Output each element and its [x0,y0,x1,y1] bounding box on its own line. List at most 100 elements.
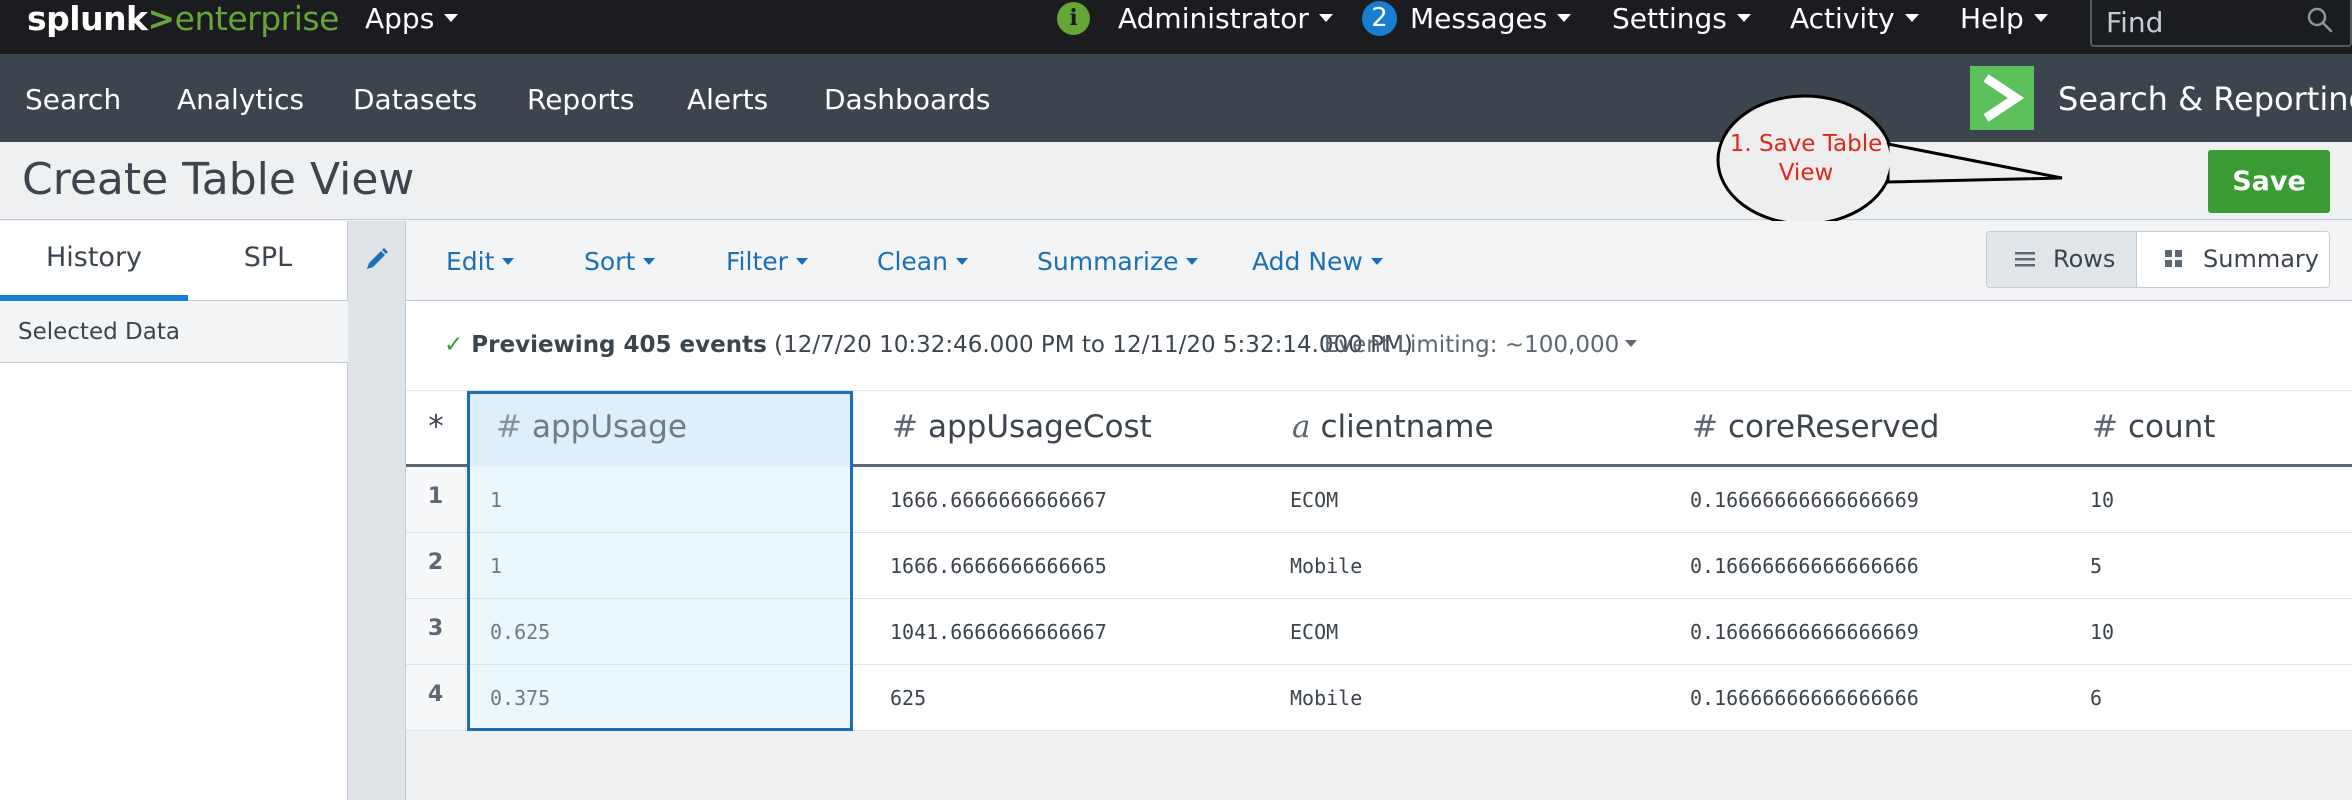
splunk-logo[interactable]: splunk>enterprise [27,1,339,37]
table-row[interactable]: 1 1 1666.6666666666667 ECOM 0.1666666666… [406,467,2352,533]
nav-dashboards[interactable]: Dashboards [824,80,991,120]
preview-count: Previewing 405 events [471,332,767,358]
nav-search[interactable]: Search [25,80,121,120]
messages-count-badge: 2 [1362,1,1397,36]
table-row[interactable]: 3 0.625 1041.6666666666667 ECOM 0.166666… [406,599,2352,665]
table-row[interactable]: 2 1 1666.6666666666665 Mobile 0.16666666… [406,533,2352,599]
column-header-clientname[interactable]: a clientname [1292,391,1494,464]
save-button[interactable]: Save [2208,150,2330,213]
nav-alerts[interactable]: Alerts [687,80,768,120]
event-limiting-dropdown[interactable]: Event Limiting: ~100,000 [1324,329,1638,361]
check-icon: ✓ [444,332,464,358]
table-cell[interactable]: ECOM [1290,467,1338,532]
filter-menu[interactable]: Filter [726,245,808,279]
numeric-type-icon: # [496,409,522,445]
chevron-down-icon [1904,14,1919,22]
settings-label: Settings [1612,2,1727,35]
column-header-appusage[interactable]: # appUsage [496,391,687,464]
help-label: Help [1960,2,2024,35]
table-cell[interactable]: 0.625 [490,599,550,664]
add-new-menu[interactable]: Add New [1252,245,1383,279]
table-row[interactable]: 4 0.375 625 Mobile 0.16666666666666666 6 [406,665,2352,731]
preview-bar: ✓ Previewing 405 events (12/7/20 10:32:46… [406,301,2352,391]
table-cell[interactable]: 0.16666666666666669 [1690,599,1919,664]
table-cell[interactable]: 1666.6666666666665 [890,533,1107,598]
nav-reports[interactable]: Reports [527,80,634,120]
table-cell[interactable]: 1 [490,467,502,532]
table-cell[interactable]: ECOM [1290,599,1338,664]
app-title[interactable]: Search & Reporting [2058,78,2352,120]
left-panel: History SPL Selected Data [0,221,348,800]
string-type-icon: a [1292,409,1311,445]
table-cell[interactable]: 10 [2090,467,2114,532]
rows-view-button[interactable]: Rows [1987,232,2137,287]
column-name: coreReserved [1727,409,1940,445]
table-cell[interactable]: 0.375 [490,665,550,730]
top-bar: splunk>enterprise Apps i Administrator 2… [0,0,2352,54]
table-cell[interactable]: 0.16666666666666669 [1690,467,1919,532]
administrator-menu[interactable]: Administrator [1118,0,1333,38]
selected-data-item[interactable]: Selected Data [0,301,348,363]
left-tabs: History SPL [0,221,348,301]
clean-menu[interactable]: Clean [877,245,968,279]
event-limiting-label: Event Limiting: ~100,000 [1324,332,1620,358]
edit-menu[interactable]: Edit [446,245,515,279]
select-all-star[interactable]: * [406,391,466,464]
column-header-count[interactable]: # count [2092,391,2215,464]
filter-label: Filter [726,247,788,276]
messages-menu[interactable]: Messages [1410,0,1572,38]
sort-label: Sort [584,247,636,276]
chevron-down-icon [1370,257,1383,265]
edit-strip [348,221,406,800]
table-cell[interactable]: Mobile [1290,533,1362,598]
chevron-down-icon [1186,257,1199,265]
nav-analytics[interactable]: Analytics [177,80,304,120]
logo-sub-text: enterprise [174,0,340,38]
rows-label: Rows [2053,245,2116,273]
column-header-corereserved[interactable]: # coreReserved [1692,391,1939,464]
nav-datasets[interactable]: Datasets [353,80,477,120]
table-cell[interactable]: 5 [2090,533,2102,598]
grid-icon [2165,250,2182,267]
activity-menu[interactable]: Activity [1790,0,1919,38]
help-menu[interactable]: Help [1960,0,2048,38]
preview-range: (12/7/20 10:32:46.000 PM to 12/11/20 5:3… [774,332,1413,358]
chevron-down-icon [444,14,459,22]
table-cell[interactable]: Mobile [1290,665,1362,730]
table-cell[interactable]: 1 [490,533,502,598]
table-cell[interactable]: 0.16666666666666666 [1690,533,1919,598]
pencil-icon[interactable] [363,245,391,273]
list-icon [2015,252,2035,267]
summarize-menu[interactable]: Summarize [1037,245,1199,279]
info-icon: i [1057,2,1090,35]
table-cell[interactable]: 625 [890,665,926,730]
table-cell[interactable]: 10 [2090,599,2114,664]
summary-label: Summary [2203,245,2319,273]
settings-menu[interactable]: Settings [1612,0,1751,38]
apps-label: Apps [365,2,435,35]
tab-history[interactable]: History [0,221,188,301]
column-header-appusagecost[interactable]: # appUsageCost [892,391,1152,464]
preview-summary: ✓ Previewing 405 events (12/7/20 10:32:46… [444,329,1413,361]
sort-menu[interactable]: Sort [584,245,656,279]
view-toggle: Rows Summary [1986,231,2330,288]
find-box [2090,0,2352,47]
column-name: appUsage [531,409,687,445]
table-cell[interactable]: 1041.6666666666667 [890,599,1107,664]
tab-spl[interactable]: SPL [188,221,348,301]
table-toolbar: Edit Sort Filter Clean Summarize Add New… [406,221,2352,301]
logo-chevron: > [147,0,176,38]
messages-label: Messages [1410,2,1548,35]
table-cell[interactable]: 1666.6666666666667 [890,467,1107,532]
summary-view-button[interactable]: Summary [2137,232,2329,287]
chevron-down-icon [1557,14,1572,22]
clean-label: Clean [877,247,948,276]
table-cell[interactable]: 0.16666666666666666 [1690,665,1919,730]
chevron-down-icon [643,257,656,265]
numeric-type-icon: # [2092,409,2118,445]
table-cell[interactable]: 6 [2090,665,2102,730]
find-input[interactable] [2106,4,2306,40]
apps-menu[interactable]: Apps [365,0,459,38]
search-icon[interactable] [2306,6,2334,34]
summarize-label: Summarize [1037,247,1179,276]
